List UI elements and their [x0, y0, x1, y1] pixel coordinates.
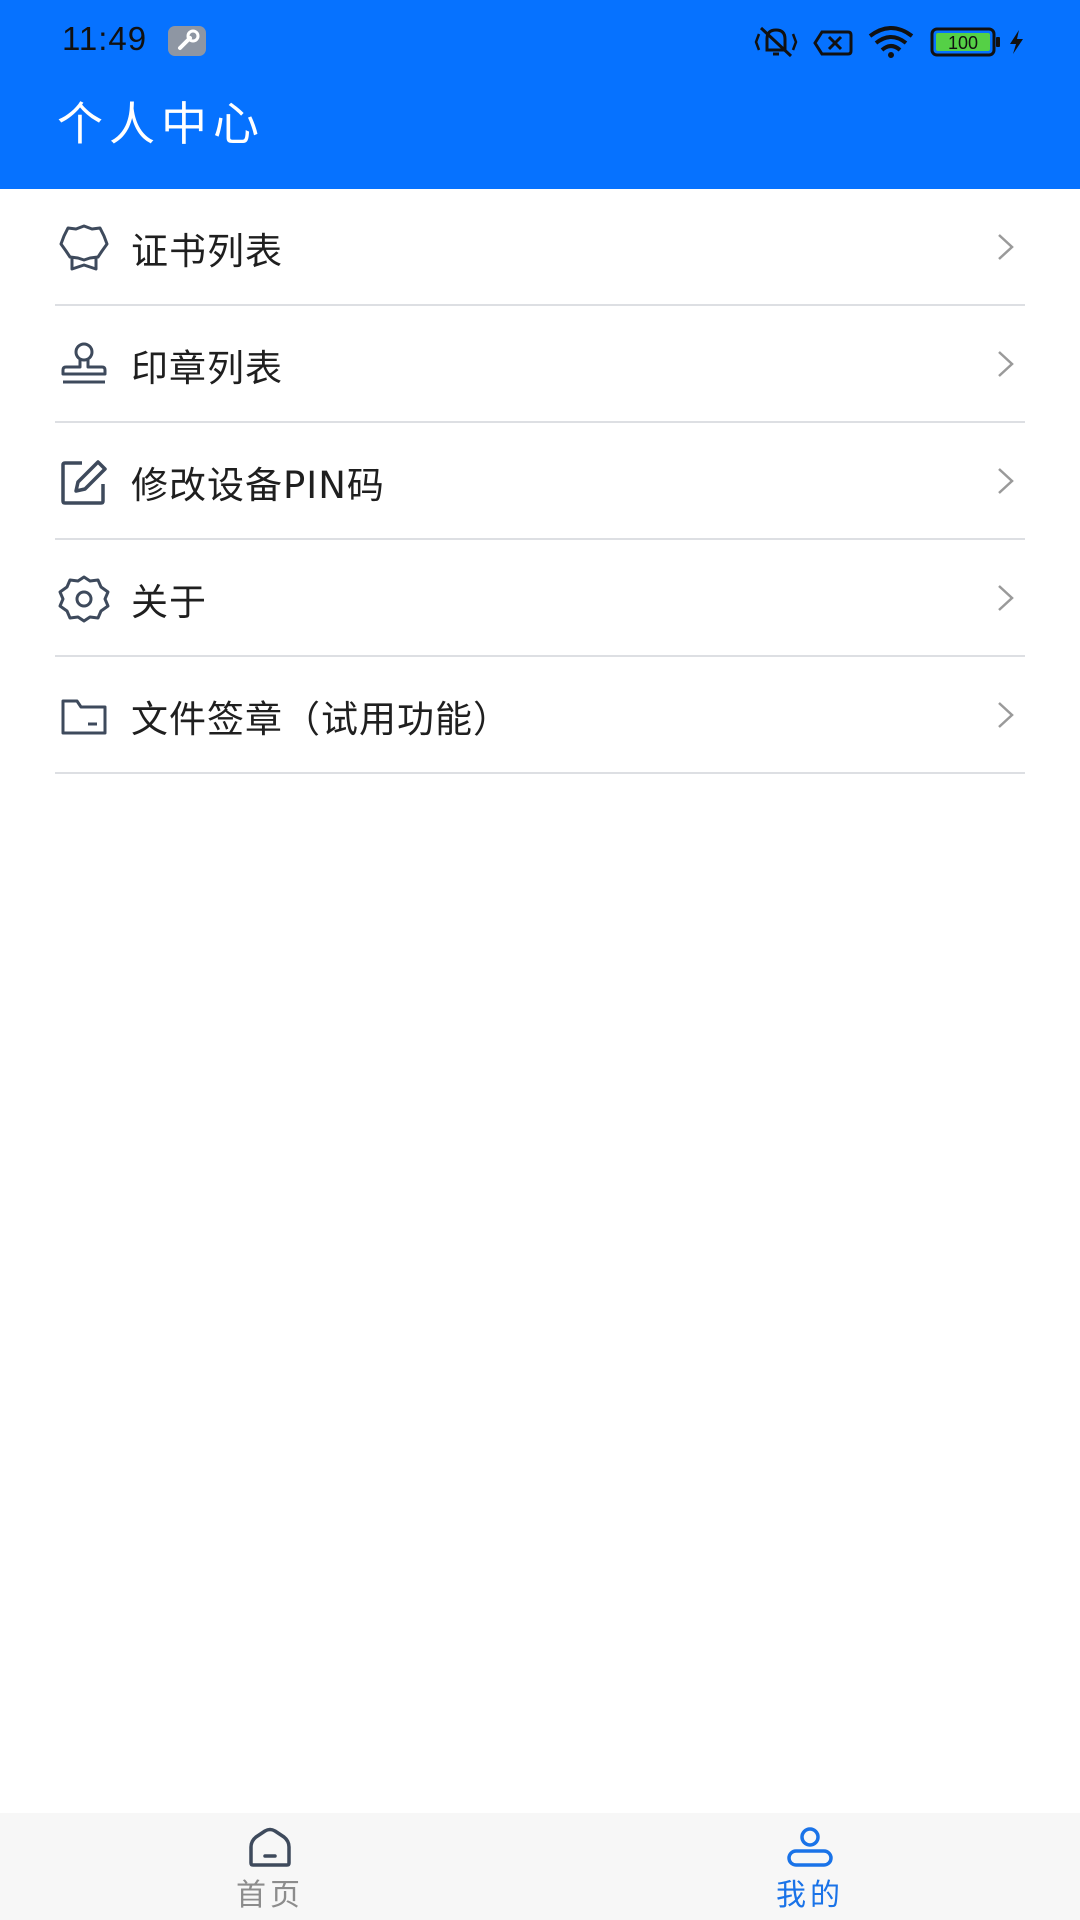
chevron-right-icon — [994, 699, 1018, 731]
tab-home[interactable]: 首页 — [0, 1813, 540, 1920]
user-icon — [785, 1827, 835, 1869]
status-time: 11:49 — [62, 20, 148, 57]
menu-list: 证书列表 印章列表 修改设备PIN码 关于 文件签章（试用功能） — [0, 189, 1080, 774]
menu-item-label: 印章列表 — [131, 347, 283, 390]
wrench-icon — [168, 26, 206, 56]
app-header: 11:49 100 个人中心 — [0, 0, 1080, 189]
certificate-icon — [58, 223, 110, 273]
chevron-right-icon — [994, 582, 1018, 614]
chevron-right-icon — [994, 465, 1018, 497]
menu-item-about[interactable]: 关于 — [0, 540, 1080, 657]
charging-icon — [1006, 28, 1026, 60]
page-title: 个人中心 — [57, 97, 265, 151]
home-icon — [245, 1827, 295, 1869]
chevron-right-icon — [994, 231, 1018, 263]
settings-gear-icon — [58, 574, 110, 624]
wifi-icon — [866, 24, 916, 64]
menu-item-file-signing[interactable]: 文件签章（试用功能） — [0, 657, 1080, 774]
menu-item-certificates[interactable]: 证书列表 — [0, 189, 1080, 306]
divider — [55, 772, 1025, 774]
svg-text:100: 100 — [948, 33, 978, 53]
status-bar: 11:49 100 — [0, 0, 1080, 84]
bottom-tab-bar: 首页 我的 — [0, 1813, 1080, 1920]
menu-item-label: 文件签章（试用功能） — [131, 698, 511, 741]
vibrate-icon — [753, 24, 799, 64]
folder-icon — [58, 691, 110, 741]
tab-mine[interactable]: 我的 — [540, 1813, 1080, 1920]
chevron-right-icon — [994, 348, 1018, 380]
menu-item-label: 关于 — [131, 581, 207, 624]
edit-icon — [58, 457, 110, 507]
menu-item-stamps[interactable]: 印章列表 — [0, 306, 1080, 423]
menu-item-change-pin[interactable]: 修改设备PIN码 — [0, 423, 1080, 540]
status-icons: 100 — [680, 0, 1080, 84]
menu-item-label: 证书列表 — [131, 230, 283, 273]
tab-label: 我的 — [776, 1878, 844, 1913]
battery-icon: 100 — [930, 27, 1002, 61]
tab-label: 首页 — [236, 1878, 304, 1913]
menu-item-label: 修改设备PIN码 — [131, 464, 385, 507]
stamp-icon — [58, 340, 110, 390]
no-sim-icon — [812, 24, 854, 64]
